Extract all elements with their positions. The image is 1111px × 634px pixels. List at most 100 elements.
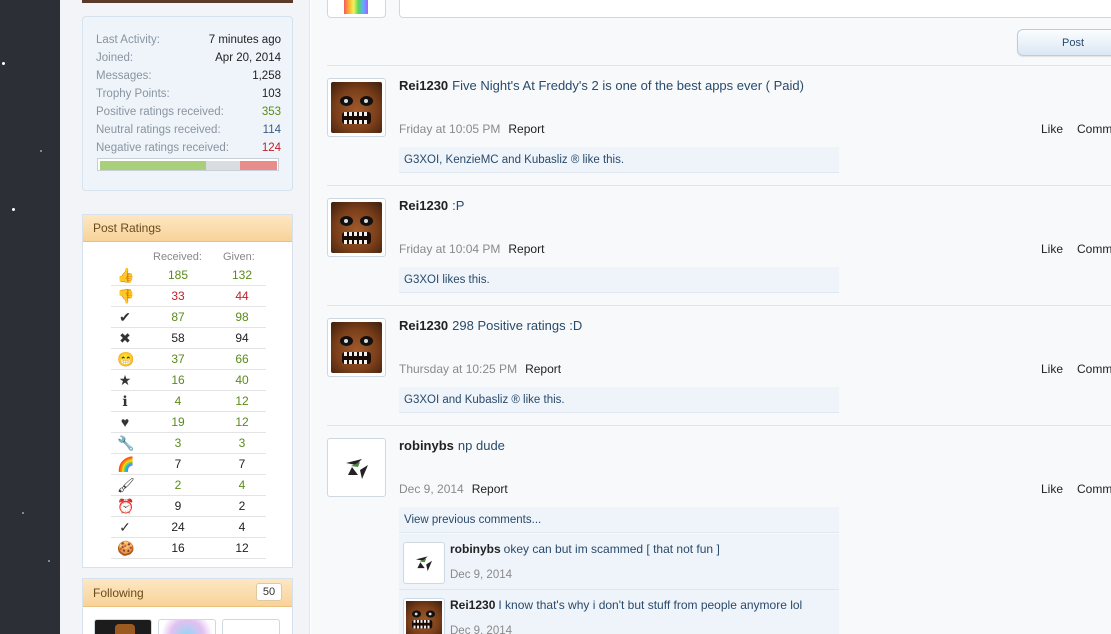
given-count[interactable]: 3 [217, 433, 267, 454]
stat-value[interactable]: 103 [262, 86, 281, 102]
likes-summary[interactable]: G3XOI and Kubasliz ® like this. [399, 387, 839, 413]
comment-link[interactable]: Comment [1077, 362, 1111, 376]
commenter-avatar[interactable] [403, 598, 445, 634]
profile-post: Rei1230:P Friday at 10:04 PM Report Like Com… [327, 185, 1111, 305]
comment-username[interactable]: robinybs [450, 542, 501, 556]
like-link[interactable]: Like [1041, 362, 1063, 376]
given-count[interactable]: 7 [217, 454, 267, 475]
given-count[interactable]: 94 [217, 328, 267, 349]
view-previous-comments-link[interactable]: View previous comments... [399, 507, 839, 533]
post-date[interactable]: Dec 9, 2014 [399, 482, 464, 496]
rating-row: ⏰ 9 2 [111, 496, 266, 517]
given-count[interactable]: 12 [217, 391, 267, 412]
received-count[interactable]: 4 [153, 391, 203, 412]
comment-date[interactable]: Dec 9, 2014 [450, 569, 512, 581]
alarm-clock-icon: ⏰ [117, 498, 135, 514]
stat-messages: Messages: 1,258 [96, 68, 281, 84]
like-link[interactable]: Like [1041, 242, 1063, 256]
received-count[interactable]: 24 [153, 517, 203, 538]
comment-date[interactable]: Dec 9, 2014 [450, 625, 512, 634]
post-button[interactable]: Post [1017, 29, 1111, 56]
report-link[interactable]: Report [472, 482, 508, 496]
following-avatar[interactable] [158, 619, 216, 634]
poster-avatar[interactable] [327, 438, 386, 497]
stat-last-activity: Last Activity: 7 minutes ago [96, 32, 281, 48]
following-avatar[interactable] [94, 619, 152, 634]
comment-username[interactable]: Rei1230 [450, 598, 495, 612]
post-username[interactable]: Rei1230 [399, 318, 448, 333]
comment-link[interactable]: Comment [1077, 242, 1111, 256]
comment-message: Rei1230 I know that's why i don't but stu… [450, 598, 802, 612]
comment-link[interactable]: Comment [1077, 482, 1111, 496]
post-username[interactable]: Rei1230 [399, 198, 448, 213]
post-date[interactable]: Friday at 10:05 PM [399, 122, 500, 136]
received-count[interactable]: 58 [153, 328, 203, 349]
received-count[interactable]: 33 [153, 286, 203, 307]
report-link[interactable]: Report [525, 362, 561, 376]
heart-icon: ♥ [120, 414, 130, 430]
freddy-avatar-image [331, 202, 382, 253]
given-count[interactable]: 4 [217, 475, 267, 496]
rating-row: ℹ 4 12 [111, 391, 266, 412]
check-icon: ✔ [119, 309, 131, 325]
composer-avatar [327, 0, 386, 18]
comment-link[interactable]: Comment [1077, 122, 1111, 136]
stat-label: Negative ratings received: [96, 142, 229, 154]
received-count[interactable]: 87 [153, 307, 203, 328]
received-count[interactable]: 16 [153, 370, 203, 391]
rating-row: ✓ 24 4 [111, 517, 266, 538]
post-actions: Like Comment [1041, 362, 1111, 376]
likes-summary[interactable]: G3XOI likes this. [399, 267, 839, 293]
profile-post: Rei1230 Five Night's At Freddy's 2 is one… [327, 65, 1111, 185]
given-count[interactable]: 2 [217, 496, 267, 517]
star-decoration [40, 150, 42, 152]
given-count[interactable]: 4 [217, 517, 267, 538]
post-actions: Like Comment [1041, 242, 1111, 256]
post-date[interactable]: Thursday at 10:25 PM [399, 362, 517, 376]
post-meta: Dec 9, 2014 Report [399, 482, 508, 496]
post-actions: Like Comment [1041, 482, 1111, 496]
post-username[interactable]: Rei1230 [399, 78, 448, 93]
rating-row: ♥ 19 12 [111, 412, 266, 433]
received-count[interactable]: 2 [153, 475, 203, 496]
report-link[interactable]: Report [508, 242, 544, 256]
received-count[interactable]: 19 [153, 412, 203, 433]
poster-avatar[interactable] [327, 198, 386, 257]
received-count[interactable]: 3 [153, 433, 203, 454]
poster-avatar[interactable] [327, 78, 386, 137]
given-count[interactable]: 40 [217, 370, 267, 391]
post-username[interactable]: robinybs [399, 438, 454, 453]
following-title: Following [93, 586, 144, 600]
received-count[interactable]: 9 [153, 496, 203, 517]
received-count[interactable]: 37 [153, 349, 203, 370]
given-count[interactable]: 66 [217, 349, 267, 370]
received-count[interactable]: 7 [153, 454, 203, 475]
following-avatar[interactable] [222, 619, 280, 634]
stat-negative-ratings: Negative ratings received: 124 [96, 140, 281, 156]
profile-posts-column: Post Rei1230 Five Night's At Freddy's 2 i… [311, 0, 1111, 634]
given-count[interactable]: 12 [217, 538, 267, 559]
like-link[interactable]: Like [1041, 482, 1063, 496]
report-link[interactable]: Report [508, 122, 544, 136]
rating-row: 🔧 3 3 [111, 433, 266, 454]
likes-summary[interactable]: G3XOI, KenzieMC and Kubasliz ® like this… [399, 147, 839, 173]
received-count[interactable]: 185 [153, 265, 203, 286]
like-link[interactable]: Like [1041, 122, 1063, 136]
given-count[interactable]: 44 [217, 286, 267, 307]
stat-label: Last Activity: [96, 34, 160, 46]
received-count[interactable]: 16 [153, 538, 203, 559]
post-date[interactable]: Friday at 10:04 PM [399, 242, 500, 256]
commenter-avatar[interactable] [403, 542, 445, 584]
given-count[interactable]: 12 [217, 412, 267, 433]
star-decoration [12, 208, 15, 211]
given-count[interactable]: 98 [217, 307, 267, 328]
following-count-badge: 50 [256, 583, 282, 601]
following-box: Following 50 [82, 578, 293, 634]
post-text: 298 Positive ratings :D [452, 318, 583, 333]
stat-value: Apr 20, 2014 [215, 52, 281, 64]
status-update-input[interactable] [399, 0, 1111, 18]
stat-value[interactable]: 1,258 [252, 68, 281, 84]
poster-avatar[interactable] [327, 318, 386, 377]
given-count[interactable]: 132 [217, 265, 267, 286]
star-decoration [2, 62, 5, 65]
